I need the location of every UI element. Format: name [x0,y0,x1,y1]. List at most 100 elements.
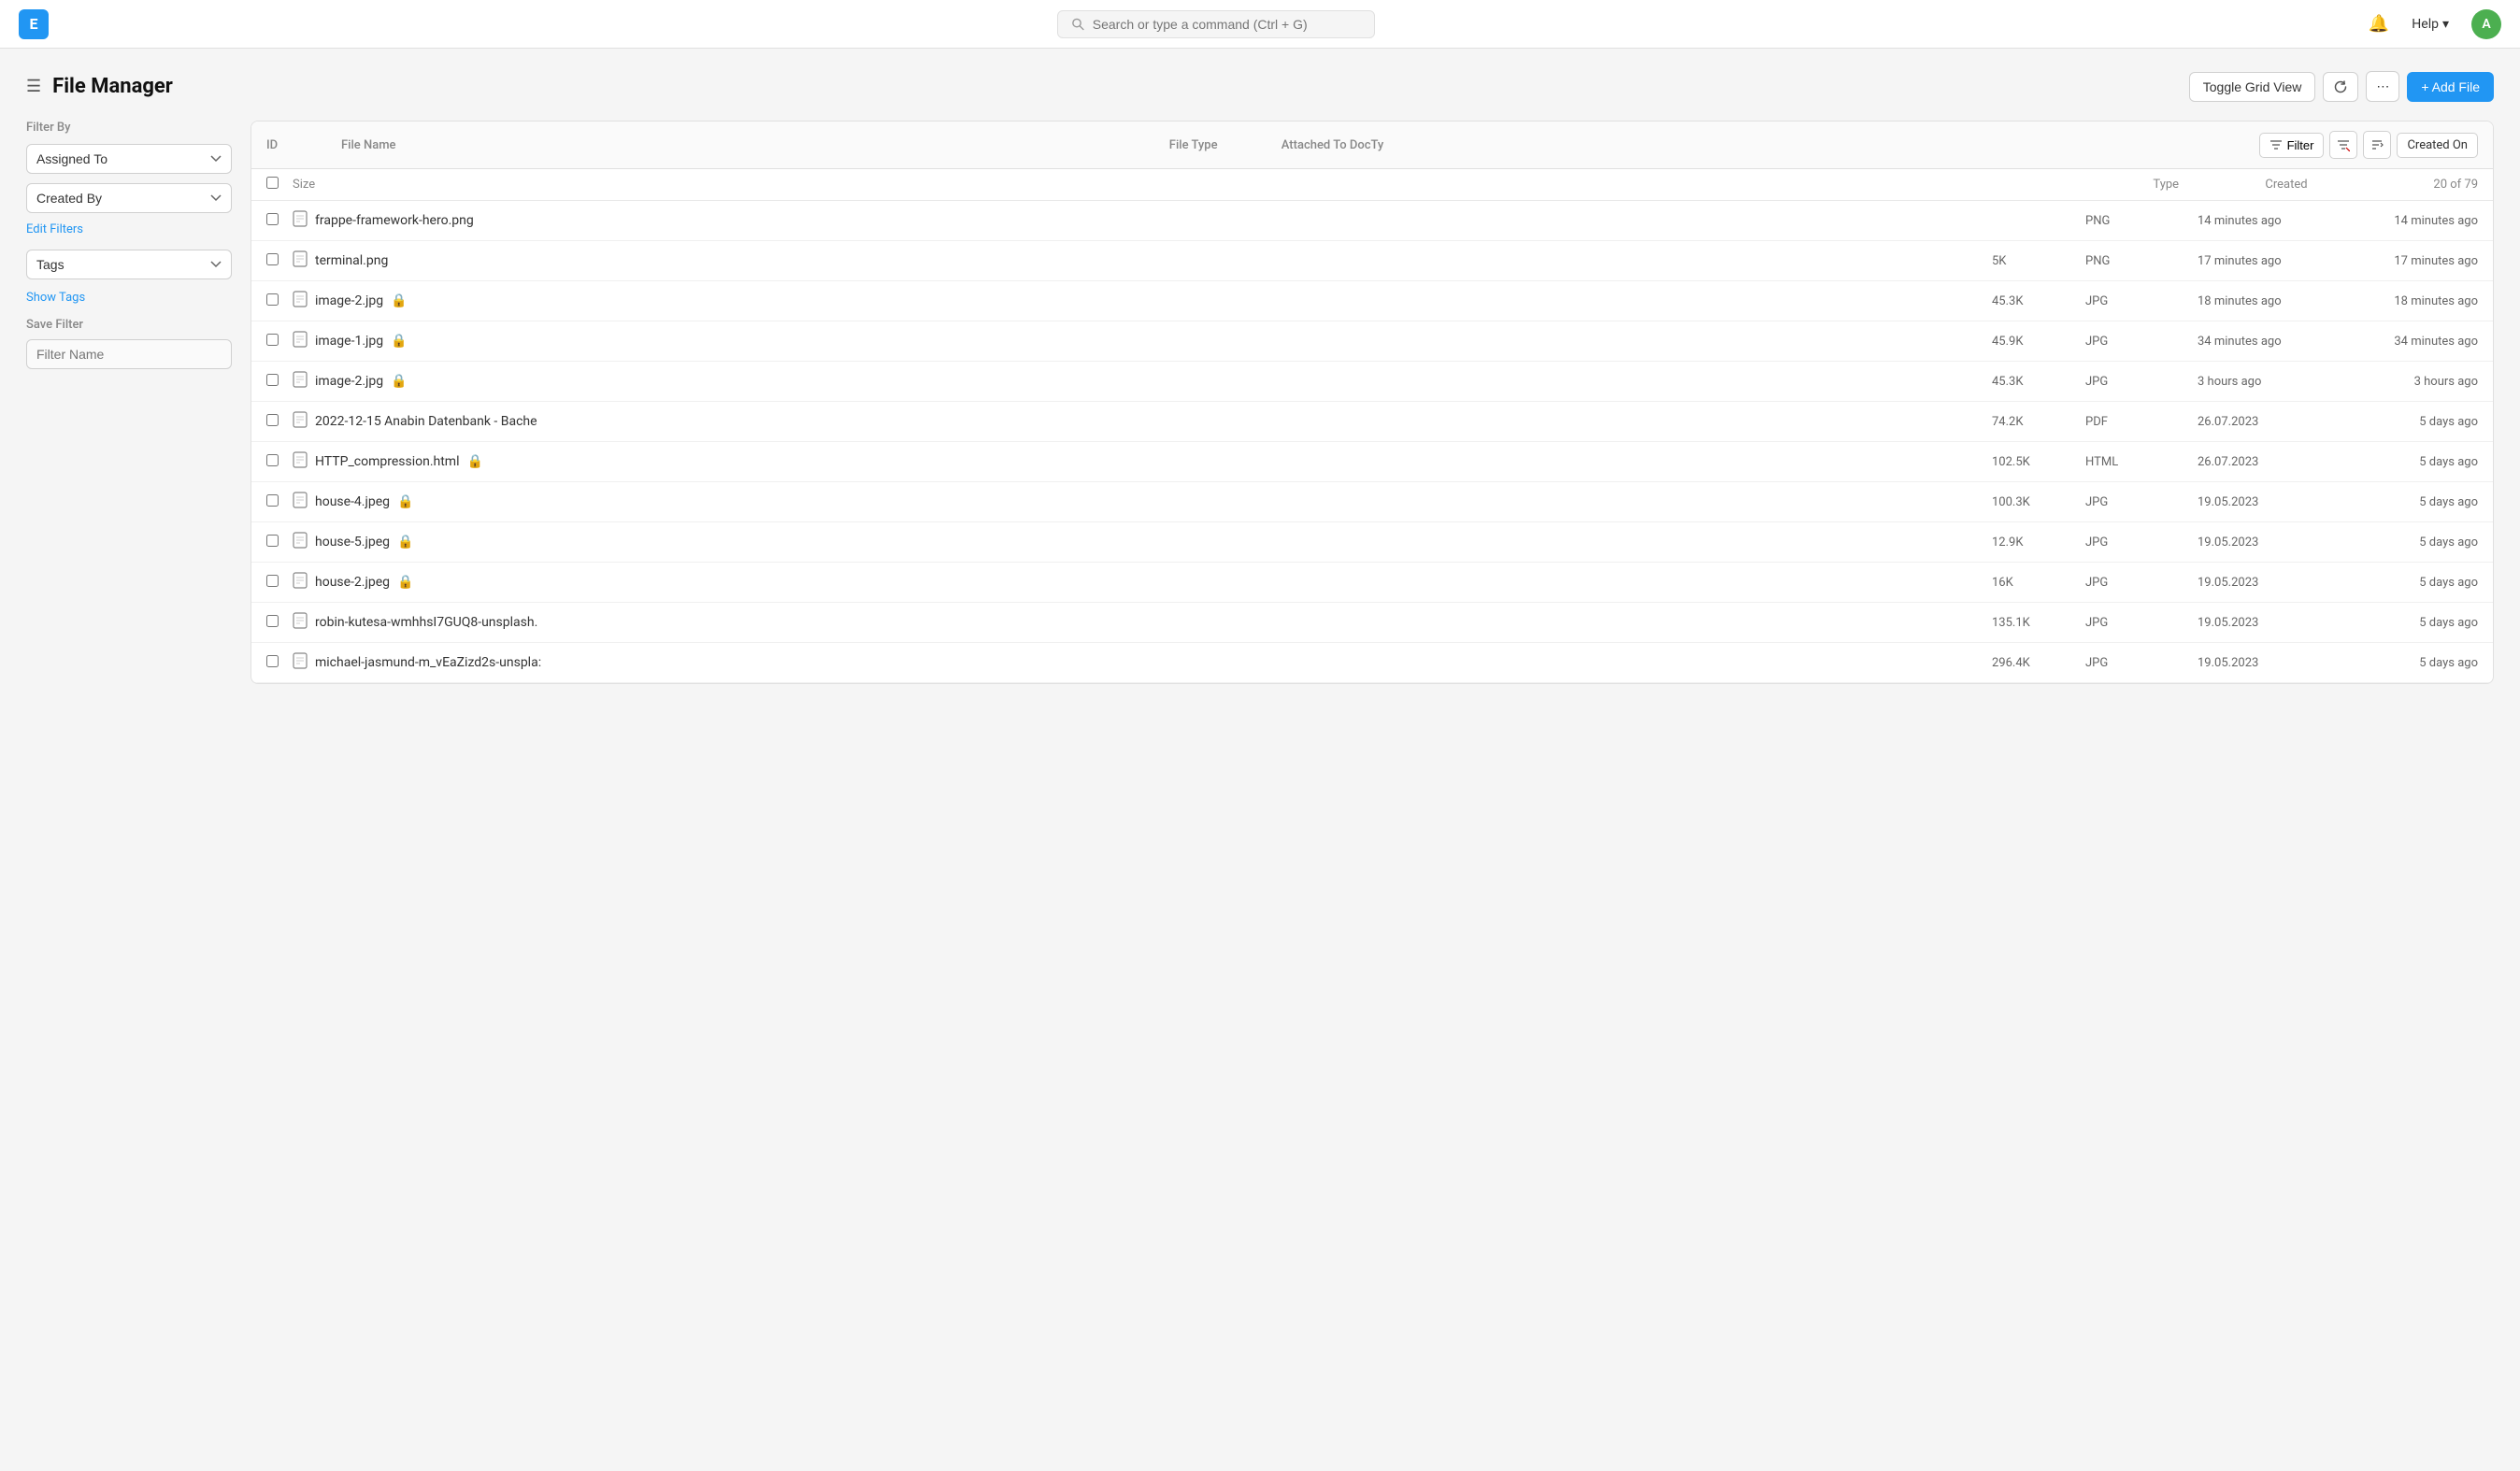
row-select-checkbox[interactable] [266,575,279,587]
table-row[interactable]: frappe-framework-hero.png PNG 14 minutes… [251,201,2493,241]
row-select-checkbox[interactable] [266,615,279,627]
add-file-button[interactable]: + Add File [2407,72,2494,102]
table-row[interactable]: image-1.jpg 🔒 45.9K JPG 34 minutes ago 3… [251,321,2493,362]
row-filename: house-2.jpeg 🔒 [293,572,1992,593]
row-type: PNG [2085,214,2198,228]
file-icon [293,291,308,311]
row-checkbox[interactable] [266,334,293,350]
row-checkbox[interactable] [266,535,293,550]
filename-text: 2022-12-15 Anabin Datenbank - Bache [315,414,537,429]
edit-filters-link[interactable]: Edit Filters [26,222,232,236]
row-created: 14 minutes ago [2198,214,2366,228]
table-row[interactable]: image-2.jpg 🔒 45.3K JPG 18 minutes ago 1… [251,281,2493,321]
document-icon [293,210,308,227]
search-box[interactable] [1057,10,1375,38]
table-row[interactable]: robin-kutesa-wmhhsI7GUQ8-unsplash. 135.1… [251,603,2493,643]
row-select-checkbox[interactable] [266,535,279,547]
more-options-button[interactable]: ⋯ [2366,71,2399,102]
row-filename: michael-jasmund-m_vEaZizd2s-unspla: [293,652,1992,673]
sort-button[interactable] [2363,131,2391,159]
row-size: 45.3K [1992,375,2085,389]
row-checkbox[interactable] [266,414,293,430]
sidebar-toggle-icon[interactable]: ☰ [26,77,41,96]
row-type: HTML [2085,455,2198,469]
row-checkbox[interactable] [266,293,293,309]
select-all-checkbox[interactable] [266,177,279,189]
table-row[interactable]: HTTP_compression.html 🔒 102.5K HTML 26.0… [251,442,2493,482]
row-select-checkbox[interactable] [266,454,279,466]
row-type: JPG [2085,536,2198,550]
row-select-checkbox[interactable] [266,293,279,306]
col-created-header: Created [2265,178,2433,192]
row-checkbox[interactable] [266,655,293,671]
row-select-checkbox[interactable] [266,213,279,225]
toggle-grid-view-button[interactable]: Toggle Grid View [2189,72,2316,102]
sort-icon [2370,138,2384,151]
row-checkbox[interactable] [266,494,293,510]
row-checkbox[interactable] [266,213,293,229]
refresh-button[interactable] [2323,72,2358,102]
table-row[interactable]: image-2.jpg 🔒 45.3K JPG 3 hours ago 3 ho… [251,362,2493,402]
filter-button[interactable]: Filter [2259,133,2325,158]
row-created: 34 minutes ago [2198,335,2366,349]
tags-select[interactable]: Tags [26,250,232,279]
row-type: JPG [2085,335,2198,349]
row-checkbox[interactable] [266,575,293,591]
row-select-checkbox[interactable] [266,414,279,426]
row-filename: terminal.png [293,250,1992,271]
row-type: JPG [2085,495,2198,509]
row-select-checkbox[interactable] [266,494,279,507]
row-select-checkbox[interactable] [266,253,279,265]
row-created-on: 3 hours ago [2366,375,2478,389]
lock-icon: 🔒 [391,334,407,349]
table-row[interactable]: house-5.jpeg 🔒 12.9K JPG 19.05.2023 5 da… [251,522,2493,563]
notification-bell-icon[interactable]: 🔔 [2369,14,2389,34]
document-icon [293,331,308,348]
filename-text: robin-kutesa-wmhhsI7GUQ8-unsplash. [315,615,537,630]
row-created: 26.07.2023 [2198,455,2366,469]
row-checkbox[interactable] [266,615,293,631]
row-filename: HTTP_compression.html 🔒 [293,451,1992,472]
row-select-checkbox[interactable] [266,374,279,386]
row-checkbox[interactable] [266,253,293,269]
row-type: PNG [2085,254,2198,268]
filter-remove-button[interactable] [2329,131,2357,159]
document-icon [293,250,308,267]
document-icon [293,612,308,629]
row-filename: robin-kutesa-wmhhsI7GUQ8-unsplash. [293,612,1992,633]
table-row[interactable]: house-4.jpeg 🔒 100.3K JPG 19.05.2023 5 d… [251,482,2493,522]
avatar[interactable]: A [2471,9,2501,39]
filename-text: terminal.png [315,253,388,268]
row-filename: image-1.jpg 🔒 [293,331,1992,351]
row-select-checkbox[interactable] [266,655,279,667]
row-filename: house-5.jpeg 🔒 [293,532,1992,552]
lock-icon: 🔒 [397,575,413,590]
created-by-select[interactable]: Created By [26,183,232,213]
search-input[interactable] [1093,17,1361,32]
file-icon [293,572,308,593]
row-type: JPG [2085,576,2198,590]
file-icon [293,210,308,231]
filter-name-input[interactable] [26,339,232,369]
help-button[interactable]: Help ▾ [2404,13,2456,36]
filename-text: house-5.jpeg [315,535,390,550]
table-row[interactable]: house-2.jpeg 🔒 16K JPG 19.05.2023 5 days… [251,563,2493,603]
row-created-on: 5 days ago [2366,656,2478,670]
row-checkbox[interactable] [266,374,293,390]
table-row[interactable]: terminal.png 5K PNG 17 minutes ago 17 mi… [251,241,2493,281]
table-row[interactable]: 2022-12-15 Anabin Datenbank - Bache 74.2… [251,402,2493,442]
document-icon [293,411,308,428]
table-row[interactable]: michael-jasmund-m_vEaZizd2s-unspla: 296.… [251,643,2493,683]
row-select-checkbox[interactable] [266,334,279,346]
row-type: PDF [2085,415,2198,429]
app-logo[interactable]: E [19,9,49,39]
row-size: 45.9K [1992,335,2085,349]
lock-icon: 🔒 [391,374,407,389]
filter-by-label: Filter By [26,121,232,135]
col-id: ID [266,138,341,152]
show-tags-link[interactable]: Show Tags [26,291,232,305]
row-checkbox[interactable] [266,454,293,470]
assigned-to-select[interactable]: Assigned To [26,144,232,174]
search-icon [1071,17,1085,32]
select-all-checkbox-area[interactable] [266,177,293,193]
